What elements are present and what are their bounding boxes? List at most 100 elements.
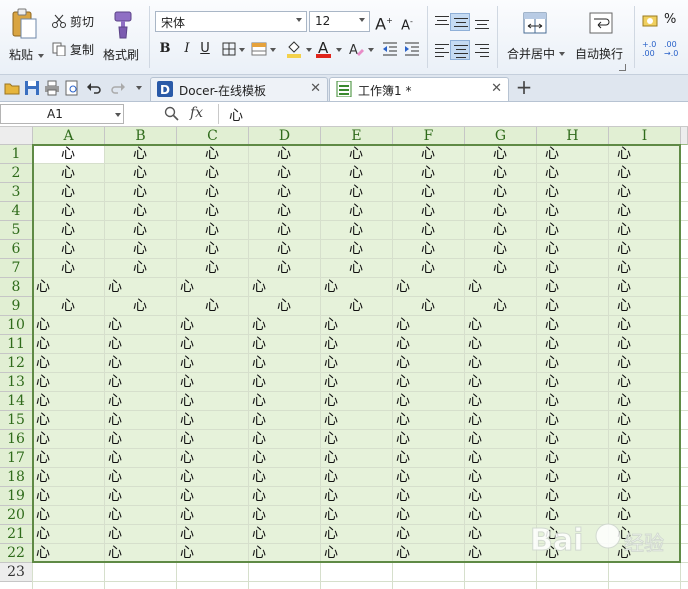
chevron-down-icon[interactable]: [38, 54, 44, 58]
print-preview-icon[interactable]: [64, 80, 80, 96]
row-header-13[interactable]: 13: [0, 373, 33, 392]
increase-indent-button[interactable]: [404, 41, 420, 57]
chevron-down-icon[interactable]: [115, 113, 121, 117]
font-name-select[interactable]: 宋体: [155, 11, 307, 32]
row-header-8[interactable]: 8: [0, 278, 33, 297]
row-header-4[interactable]: 4: [0, 202, 33, 221]
align-left-button[interactable]: [433, 42, 451, 58]
row-header-10[interactable]: 10: [0, 316, 33, 335]
align-top-button[interactable]: [433, 14, 451, 30]
chevron-down-icon: [239, 48, 245, 52]
tab-docer[interactable]: D Docer-在线模板 ✕: [150, 77, 328, 101]
row-header-6[interactable]: 6: [0, 240, 33, 259]
divider: [634, 6, 635, 68]
wrap-text-button[interactable]: 自动换行: [571, 4, 631, 68]
column-header-e[interactable]: E: [321, 127, 393, 145]
align-center-button[interactable]: [450, 40, 470, 60]
column-header-h[interactable]: H: [537, 127, 609, 145]
formula-value: 心: [229, 108, 243, 124]
name-box[interactable]: A1: [0, 104, 124, 124]
align-bottom-button[interactable]: [473, 14, 491, 30]
row-header-20[interactable]: 20: [0, 506, 33, 525]
shrink-font-label: A: [401, 18, 410, 34]
divider: [427, 6, 428, 68]
fill-color-button[interactable]: [286, 40, 314, 58]
decrease-decimal-button[interactable]: .00 →.0: [664, 40, 682, 60]
clear-format-button[interactable]: A: [348, 40, 376, 58]
row-header-11[interactable]: 11: [0, 335, 33, 354]
decrease-font-button[interactable]: A-: [398, 13, 416, 34]
indent-icon: [405, 42, 419, 56]
row-header-2[interactable]: 2: [0, 164, 33, 183]
merge-center-button[interactable]: 合并居中: [503, 4, 567, 68]
formula-input[interactable]: 心: [218, 104, 688, 124]
row-header-12[interactable]: 12: [0, 354, 33, 373]
column-header-c[interactable]: C: [177, 127, 249, 145]
zoom-icon[interactable]: [164, 106, 180, 122]
row-header-14[interactable]: 14: [0, 392, 33, 411]
chevron-down-icon: [336, 48, 342, 52]
number-format-button[interactable]: %: [642, 12, 682, 30]
copy-button[interactable]: 复制: [52, 40, 98, 58]
font-color-button[interactable]: A: [316, 39, 344, 58]
row-header-15[interactable]: 15: [0, 411, 33, 430]
chevron-down-icon[interactable]: [136, 86, 142, 90]
column-header-b[interactable]: B: [105, 127, 177, 145]
bold-button[interactable]: B: [156, 40, 174, 58]
close-icon[interactable]: ✕: [310, 81, 321, 96]
save-icon[interactable]: [24, 80, 40, 96]
tab-workbook[interactable]: 工作簿1 * ✕: [329, 77, 509, 101]
quick-access-toolbar: [2, 79, 150, 97]
format-painter-button[interactable]: 格式刷: [102, 4, 144, 68]
new-tab-button[interactable]: +: [514, 77, 534, 97]
border-icon: [222, 42, 236, 56]
underline-button[interactable]: U: [196, 40, 214, 58]
font-size-select[interactable]: 12: [309, 11, 370, 32]
row-header-3[interactable]: 3: [0, 183, 33, 202]
open-folder-icon[interactable]: [4, 80, 20, 96]
row-header-21[interactable]: 21: [0, 525, 33, 544]
increase-font-button[interactable]: A+: [375, 12, 393, 33]
row-header-22[interactable]: 22: [0, 544, 33, 563]
dialog-launcher-icon[interactable]: [619, 64, 626, 71]
row-header-19[interactable]: 19: [0, 487, 33, 506]
fx-button[interactable]: fx: [190, 105, 203, 121]
cell-style-button[interactable]: [251, 41, 277, 57]
row-header-5[interactable]: 5: [0, 221, 33, 240]
undo-icon[interactable]: [86, 80, 102, 96]
baidu-watermark-logo: Bai 经验: [530, 523, 665, 559]
cut-button[interactable]: 剪切: [52, 12, 98, 30]
column-header-g[interactable]: G: [465, 127, 537, 145]
italic-button[interactable]: I: [178, 40, 196, 58]
font-size-value: 12: [315, 14, 331, 28]
chevron-down-icon: [306, 48, 312, 52]
column-header-blank[interactable]: [681, 127, 688, 145]
row-header-23[interactable]: 23: [0, 563, 33, 582]
borders-button[interactable]: [222, 41, 246, 57]
paste-icon: [12, 8, 37, 39]
format-painter-label: 格式刷: [103, 48, 140, 62]
select-all-corner[interactable]: [0, 127, 33, 145]
column-header-i[interactable]: I: [609, 127, 681, 145]
paste-button[interactable]: 粘贴: [4, 4, 44, 68]
increase-decimal-button[interactable]: +.0.00: [642, 40, 660, 60]
column-header-a[interactable]: A: [33, 127, 105, 145]
increase-decimal-icon: +.0.00: [642, 40, 657, 58]
currency-icon: [642, 15, 658, 27]
column-header-d[interactable]: D: [249, 127, 321, 145]
redo-icon[interactable]: [110, 80, 126, 96]
chevron-down-icon: [296, 18, 302, 22]
row-header-17[interactable]: 17: [0, 449, 33, 468]
row-header-18[interactable]: 18: [0, 468, 33, 487]
column-header-f[interactable]: F: [393, 127, 465, 145]
row-header-9[interactable]: 9: [0, 297, 33, 316]
row-header-7[interactable]: 7: [0, 259, 33, 278]
decrease-indent-button[interactable]: [382, 41, 398, 57]
svg-text:A: A: [349, 43, 358, 57]
print-icon[interactable]: [44, 80, 60, 96]
align-middle-button[interactable]: [450, 13, 470, 31]
align-right-button[interactable]: [473, 42, 491, 58]
close-icon[interactable]: ✕: [491, 81, 502, 96]
row-header-1[interactable]: 1: [0, 145, 33, 164]
row-header-16[interactable]: 16: [0, 430, 33, 449]
